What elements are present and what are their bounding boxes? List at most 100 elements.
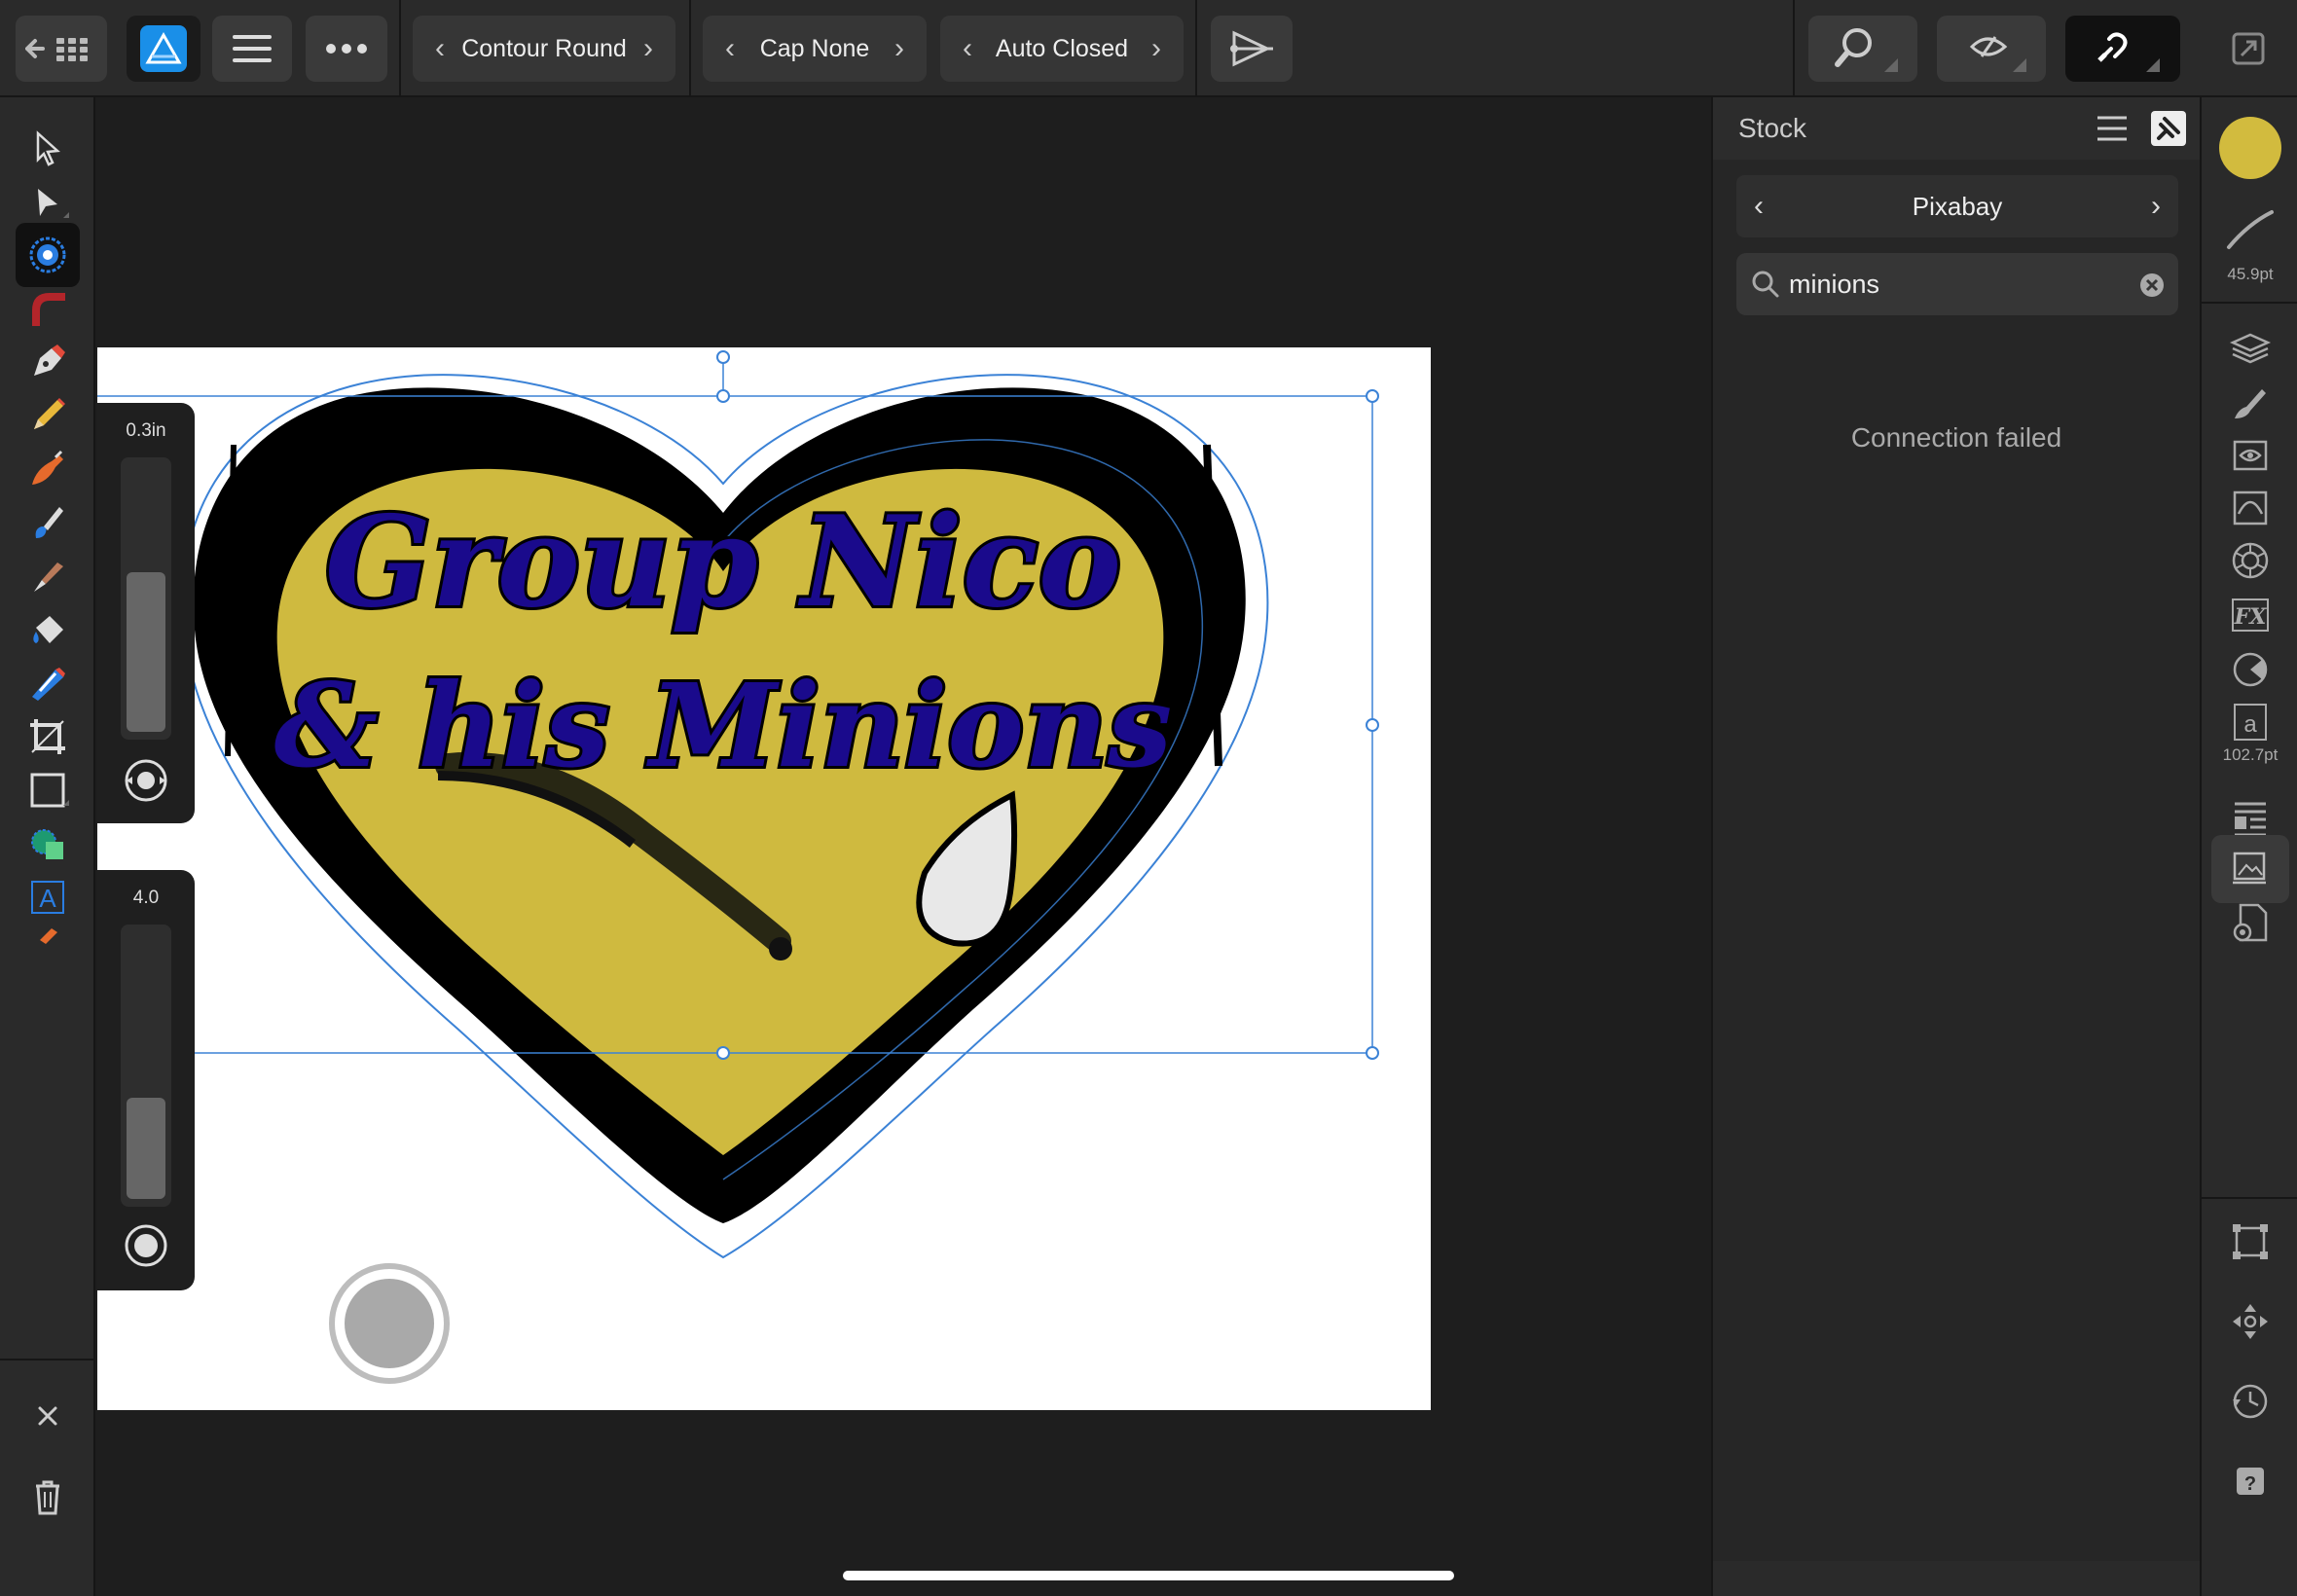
eyedropper-icon — [40, 928, 57, 944]
chevron-left-icon[interactable]: ‹ — [954, 32, 981, 65]
closed-value: Auto Closed — [995, 34, 1129, 62]
node-arrow-icon — [38, 189, 69, 218]
transform-icon — [2233, 1224, 2268, 1259]
more-tools[interactable] — [16, 919, 80, 948]
svg-text:?: ? — [2244, 1473, 2256, 1495]
top-toolbar: ‹ Contour Round › ‹ Cap None › ‹ Auto Cl… — [0, 0, 2297, 97]
move-arrow-icon — [36, 130, 60, 166]
pin-panel-button[interactable] — [2151, 111, 2186, 146]
panel-menu-icon[interactable] — [2095, 113, 2130, 144]
back-grid-icon — [25, 38, 88, 61]
navigator-panel-button[interactable] — [2227, 1298, 2274, 1345]
second-slider[interactable] — [121, 925, 171, 1207]
close-icon — [38, 1406, 57, 1426]
heart-artwork[interactable]: Group Nico & his Minions — [97, 347, 1431, 1410]
pin-icon — [2157, 117, 2180, 140]
crop-icon — [30, 719, 65, 754]
convert-to-curves-button[interactable] — [1211, 16, 1293, 82]
search-input[interactable]: minions — [1789, 270, 1879, 300]
color-swatch[interactable] — [2219, 117, 2281, 179]
svg-text:A: A — [39, 884, 56, 913]
stroke-panel-button[interactable] — [2227, 485, 2274, 531]
paint-brush-icon — [34, 562, 63, 592]
doc-settings-icon — [2233, 903, 2268, 942]
character-panel-button[interactable]: a — [2227, 699, 2274, 745]
canvas[interactable]: Group Nico & his Minions — [97, 97, 1711, 1596]
selection-handle[interactable] — [1366, 718, 1379, 732]
view-mode-icon — [1969, 36, 2026, 72]
trash-icon — [36, 1480, 59, 1515]
effects-panel-button[interactable]: FX — [2227, 592, 2274, 638]
chevron-right-icon[interactable]: › — [635, 32, 662, 65]
pen-nib-icon — [34, 345, 65, 376]
document-page[interactable]: Group Nico & his Minions — [97, 347, 1431, 1410]
radius-icon[interactable] — [123, 1222, 169, 1269]
contour-value: Contour Round — [461, 34, 627, 62]
stroke-preview-icon[interactable] — [2223, 204, 2278, 253]
persona-designer-button[interactable] — [127, 16, 201, 82]
artwork-title-line2: & his Minions — [274, 658, 1173, 793]
view-mode-button[interactable] — [1937, 16, 2046, 82]
color-wheel-icon — [2232, 542, 2269, 579]
chevron-left-icon[interactable]: ‹ — [1754, 190, 1764, 223]
chevron-right-icon[interactable]: › — [1143, 32, 1170, 65]
shape-builder-icon — [31, 829, 63, 859]
close-tool-button[interactable] — [16, 1384, 80, 1448]
cap-value: Cap None — [759, 34, 870, 62]
brushes-panel-button[interactable] — [2227, 380, 2274, 426]
color-panel-button[interactable] — [2227, 537, 2274, 584]
selection-handle[interactable] — [716, 389, 730, 403]
selection-handle[interactable] — [1366, 1046, 1379, 1060]
delete-button[interactable] — [16, 1464, 80, 1528]
stroke-size: 45.9pt — [2227, 265, 2274, 283]
svg-text:a: a — [2243, 711, 2257, 738]
stock-panel-button[interactable] — [2211, 835, 2289, 903]
chevron-left-icon[interactable]: ‹ — [716, 32, 744, 65]
history-panel-button[interactable] — [2227, 1378, 2274, 1425]
studio-bar: 45.9pt FX a 102.7pt ? — [2200, 97, 2297, 1596]
width-slider[interactable] — [121, 457, 171, 740]
help-button[interactable]: ? — [2227, 1458, 2274, 1505]
touch-modifier-button[interactable] — [329, 1263, 450, 1384]
transparency-icon — [32, 668, 65, 701]
document-settings-button[interactable] — [2227, 899, 2274, 946]
panel-footer — [1713, 1561, 2200, 1596]
more-button[interactable] — [306, 16, 387, 82]
width-slider-fill — [127, 572, 165, 732]
transform-panel-button[interactable] — [2227, 1218, 2274, 1265]
source-selector[interactable]: ‹ Pixabay › — [1736, 175, 2178, 237]
selection-handle[interactable] — [716, 1046, 730, 1060]
fullscreen-icon — [2232, 32, 2265, 65]
gallery-back-button[interactable] — [16, 16, 107, 82]
rotate-handle[interactable] — [716, 350, 730, 364]
chevron-right-icon[interactable]: › — [2151, 190, 2161, 223]
paragraph-panel-button[interactable] — [2227, 794, 2274, 841]
chevron-left-icon[interactable]: ‹ — [426, 32, 454, 65]
pencil-icon — [34, 398, 65, 429]
snapping-button[interactable] — [2065, 16, 2180, 82]
more-dots-icon — [326, 44, 367, 54]
svg-text:FX: FX — [2234, 604, 2268, 630]
text-size: 102.7pt — [2222, 745, 2279, 764]
zoom-icon — [1835, 28, 1898, 72]
source-name: Pixabay — [1912, 191, 2003, 221]
clear-search-icon[interactable] — [2139, 272, 2165, 298]
stock-search-field[interactable]: minions — [1736, 253, 2178, 315]
cap-stepper[interactable]: ‹ Cap None › — [703, 16, 927, 82]
contour-stepper[interactable]: ‹ Contour Round › — [413, 16, 675, 82]
fullscreen-button[interactable] — [2217, 16, 2279, 82]
pressure-icon[interactable] — [123, 757, 169, 804]
selection-handle[interactable] — [1366, 389, 1379, 403]
second-slider-fill — [127, 1098, 165, 1199]
chevron-right-icon[interactable]: › — [886, 32, 913, 65]
zoom-view-button[interactable] — [1808, 16, 1917, 82]
menu-button[interactable] — [212, 16, 292, 82]
panel-title: Stock — [1738, 113, 1807, 143]
transparency-panel-button[interactable] — [2227, 646, 2274, 693]
character-icon: a — [2234, 704, 2267, 741]
layers-panel-button[interactable] — [2227, 325, 2274, 372]
appearance-panel-button[interactable] — [2227, 432, 2274, 479]
closed-stepper[interactable]: ‹ Auto Closed › — [940, 16, 1184, 82]
history-icon — [2233, 1384, 2268, 1419]
stock-icon — [2233, 852, 2266, 885]
